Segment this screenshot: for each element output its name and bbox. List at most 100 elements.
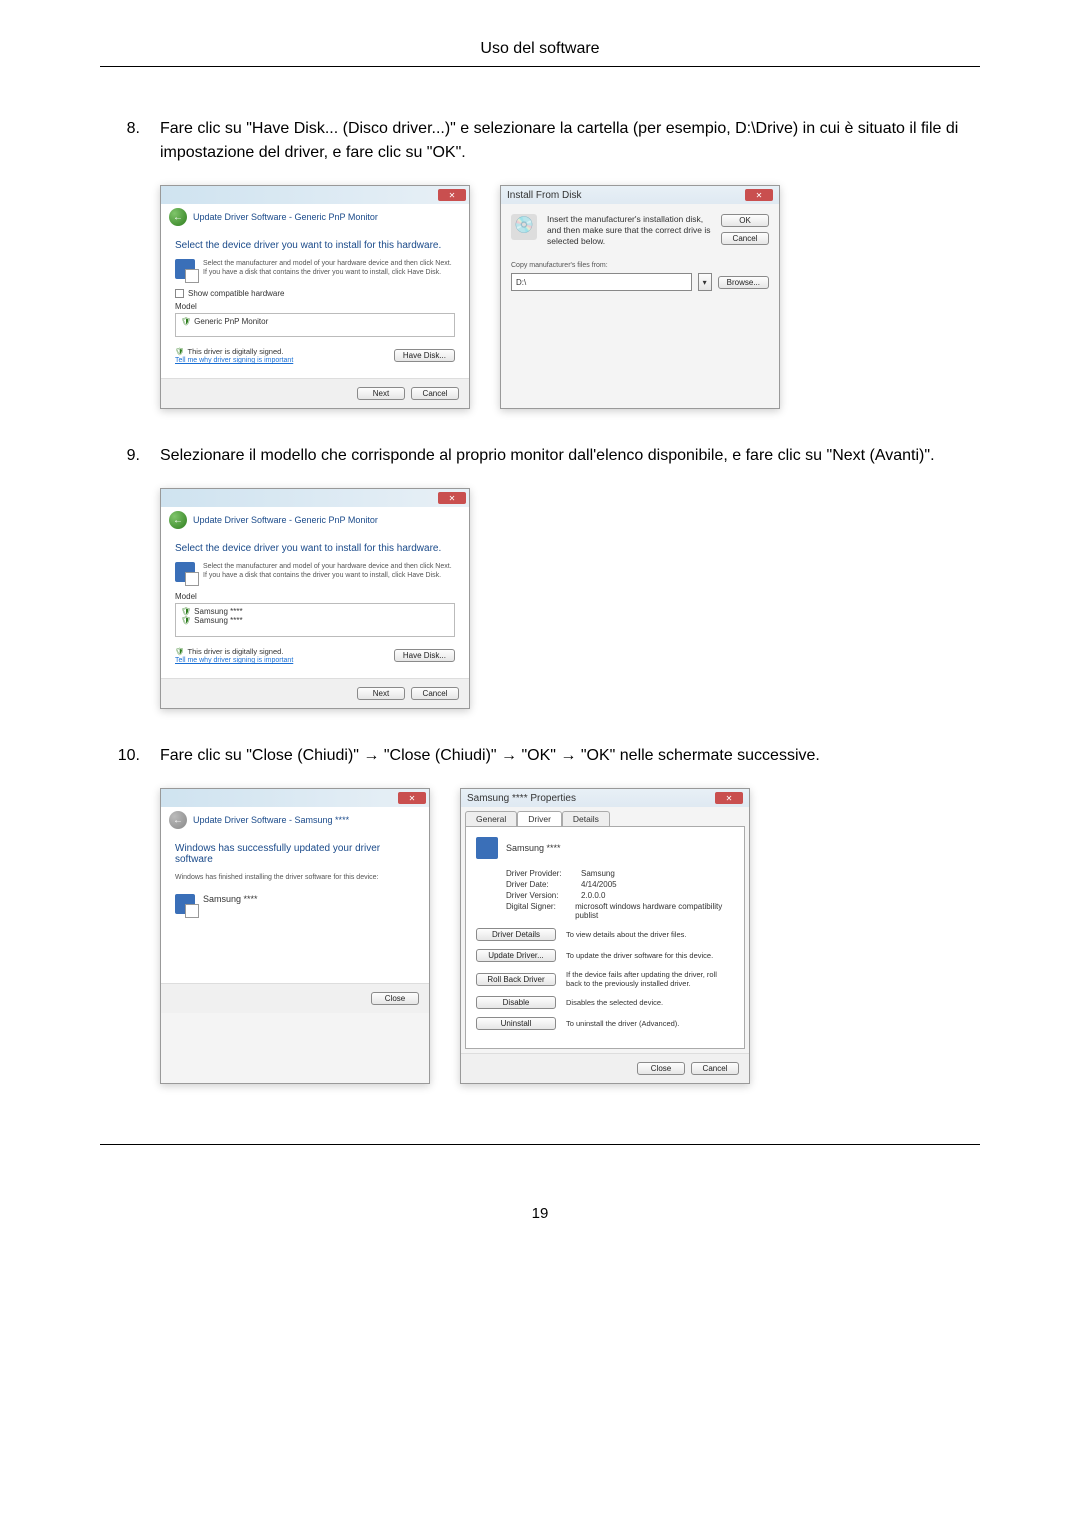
step-10-screenshots: ✕ ← Update Driver Software - Samsung ***… <box>160 788 980 1084</box>
update-driver-button[interactable]: Update Driver... <box>476 949 556 962</box>
step-10-text: Fare clic su "Close (Chiudi)" → "Close (… <box>160 744 980 768</box>
close-icon[interactable]: ✕ <box>398 792 426 804</box>
device-name: Samsung **** <box>506 843 561 853</box>
page-number: 19 <box>100 1205 980 1222</box>
cancel-button[interactable]: Cancel <box>411 687 459 700</box>
titlebar: ✕ <box>161 789 429 807</box>
tab-details[interactable]: Details <box>562 811 610 826</box>
update-success-dialog: ✕ ← Update Driver Software - Samsung ***… <box>160 788 430 1084</box>
have-disk-button[interactable]: Have Disk... <box>394 349 455 362</box>
model-list[interactable]: 🛡Generic PnP Monitor <box>175 313 455 337</box>
step-8-text: Fare clic su "Have Disk... (Disco driver… <box>160 117 980 165</box>
headline: Select the device driver you want to ins… <box>175 240 455 251</box>
nav-title: Update Driver Software - Generic PnP Mon… <box>193 212 378 222</box>
path-combobox[interactable]: D:\ <box>511 273 692 291</box>
step-10: 10. Fare clic su "Close (Chiudi)" → "Clo… <box>100 744 980 768</box>
step-8-number: 8. <box>100 117 140 165</box>
step-10-number: 10. <box>100 744 140 768</box>
next-button[interactable]: Next <box>357 687 405 700</box>
wizard-icon <box>175 259 195 279</box>
browse-button[interactable]: Browse... <box>718 276 769 289</box>
dialog-title: Install From Disk <box>507 190 581 201</box>
disable-button[interactable]: Disable <box>476 996 556 1009</box>
success-headline: Windows has successfully updated your dr… <box>175 843 415 865</box>
version-value: 2.0.0.0 <box>581 891 605 900</box>
step-9-text: Selezionare il modello che corrisponde a… <box>160 444 980 468</box>
close-icon[interactable]: ✕ <box>715 792 743 804</box>
back-icon[interactable]: ← <box>169 511 187 529</box>
instruction-text: Insert the manufacturer's installation d… <box>547 214 711 247</box>
cancel-button[interactable]: Cancel <box>721 232 769 245</box>
shield-icon: 🛡 <box>181 607 191 616</box>
dialog-title: Samsung **** Properties <box>467 793 576 804</box>
step-8-screenshots: ✕ ← Update Driver Software - Generic PnP… <box>160 185 980 409</box>
step-9-screenshots: ✕ ← Update Driver Software - Generic PnP… <box>160 488 980 709</box>
roll-back-button[interactable]: Roll Back Driver <box>476 973 556 986</box>
signer-value: microsoft windows hardware compatibility… <box>575 902 734 920</box>
cancel-button[interactable]: Cancel <box>691 1062 739 1075</box>
close-icon[interactable]: ✕ <box>745 189 773 201</box>
cancel-button[interactable]: Cancel <box>411 387 459 400</box>
signed-text: 🛡This driver is digitally signed. <box>175 647 293 656</box>
signer-key: Digital Signer: <box>506 902 575 920</box>
date-key: Driver Date: <box>506 880 581 889</box>
chevron-down-icon[interactable]: ▾ <box>698 273 712 291</box>
shield-icon: 🛡 <box>181 616 191 625</box>
compat-label: Show compatible hardware <box>188 289 285 298</box>
signing-link[interactable]: Tell me why driver signing is important <box>175 657 293 664</box>
copy-label: Copy manufacturer's files from: <box>511 261 769 270</box>
info-text: Select the manufacturer and model of you… <box>203 259 455 277</box>
footer-divider <box>100 1144 980 1145</box>
uninstall-desc: To uninstall the driver (Advanced). <box>566 1019 734 1028</box>
roll-back-desc: If the device fails after updating the d… <box>566 970 734 988</box>
step-8: 8. Fare clic su "Have Disk... (Disco dri… <box>100 117 980 165</box>
provider-value: Samsung <box>581 869 615 878</box>
info-text: Select the manufacturer and model of you… <box>203 562 455 580</box>
close-button[interactable]: Close <box>371 992 419 1005</box>
nav-title: Update Driver Software - Samsung **** <box>193 815 349 825</box>
tab-driver[interactable]: Driver <box>517 811 562 826</box>
tab-strip: General Driver Details <box>461 807 749 826</box>
monitor-icon <box>175 894 195 914</box>
close-icon[interactable]: ✕ <box>438 492 466 504</box>
driver-details-button[interactable]: Driver Details <box>476 928 556 941</box>
compat-checkbox[interactable] <box>175 289 184 298</box>
version-key: Driver Version: <box>506 891 581 900</box>
shield-icon: 🛡 <box>181 317 191 326</box>
disable-desc: Disables the selected device. <box>566 998 734 1007</box>
uninstall-button[interactable]: Uninstall <box>476 1017 556 1030</box>
next-button[interactable]: Next <box>357 387 405 400</box>
nav-row: ← Update Driver Software - Generic PnP M… <box>161 204 469 230</box>
update-driver-desc: To update the driver software for this d… <box>566 951 734 960</box>
disk-icon <box>511 214 537 240</box>
wizard-icon <box>175 562 195 582</box>
nav-title: Update Driver Software - Generic PnP Mon… <box>193 515 378 525</box>
monitor-icon <box>476 837 498 859</box>
model-label: Model <box>175 302 455 311</box>
success-sub: Windows has finished installing the driv… <box>175 873 415 882</box>
close-button[interactable]: Close <box>637 1062 685 1075</box>
tab-general[interactable]: General <box>465 811 517 826</box>
close-icon[interactable]: ✕ <box>438 189 466 201</box>
titlebar: ✕ <box>161 186 469 204</box>
step-9-number: 9. <box>100 444 140 468</box>
device-name: Samsung **** <box>203 894 258 904</box>
signing-link[interactable]: Tell me why driver signing is important <box>175 357 293 364</box>
have-disk-button[interactable]: Have Disk... <box>394 649 455 662</box>
titlebar: ✕ <box>161 489 469 507</box>
install-from-disk-dialog: Install From Disk ✕ Insert the manufactu… <box>500 185 780 409</box>
signed-text: 🛡This driver is digitally signed. <box>175 347 293 356</box>
model-label: Model <box>175 592 455 601</box>
driver-details-desc: To view details about the driver files. <box>566 930 734 939</box>
back-icon: ← <box>169 811 187 829</box>
step-9: 9. Selezionare il modello che corrispond… <box>100 444 980 468</box>
ok-button[interactable]: OK <box>721 214 769 227</box>
date-value: 4/14/2005 <box>581 880 617 889</box>
monitor-properties-dialog: Samsung **** Properties ✕ General Driver… <box>460 788 750 1084</box>
update-driver-dialog-havedisk: ✕ ← Update Driver Software - Generic PnP… <box>160 185 470 409</box>
page-header: Uso del software <box>100 40 980 67</box>
model-list[interactable]: 🛡Samsung **** 🛡Samsung **** <box>175 603 455 637</box>
back-icon[interactable]: ← <box>169 208 187 226</box>
provider-key: Driver Provider: <box>506 869 581 878</box>
update-driver-dialog-select-model: ✕ ← Update Driver Software - Generic PnP… <box>160 488 470 709</box>
